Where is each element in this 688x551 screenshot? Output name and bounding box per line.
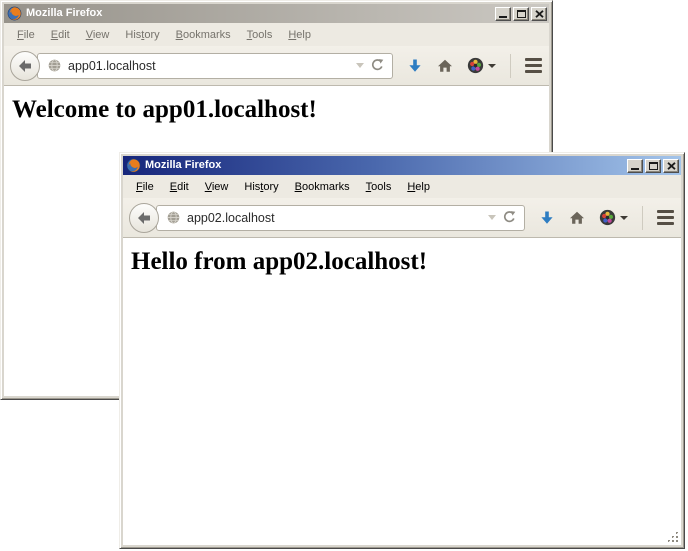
menu-item-tools[interactable]: Tools [239,26,281,44]
minimize-button[interactable] [627,159,643,173]
close-button[interactable] [663,159,679,173]
toolbar-separator [510,54,511,78]
titlebar[interactable]: Mozilla Firefox [123,156,681,175]
menu-bar: File Edit View History Bookmarks Tools H… [123,175,681,198]
menu-item-help[interactable]: Help [399,178,438,196]
globe-icon[interactable] [47,58,62,73]
url-bar[interactable]: app02.localhost [156,205,525,231]
home-icon [437,58,453,74]
maximize-icon [649,162,658,170]
resize-grip[interactable] [667,531,680,544]
menu-item-edit[interactable]: Edit [162,178,197,196]
dropdown-caret-icon [620,216,628,220]
url-text: app01.localhost [68,59,350,73]
close-icon [535,10,544,18]
menu-item-file[interactable]: File [128,178,162,196]
globe-icon[interactable] [166,210,181,225]
navigation-toolbar: app01.localhost [4,46,549,86]
menu-item-bookmarks[interactable]: Bookmarks [168,26,239,44]
color-wheel-icon [467,57,484,74]
minimize-icon [631,168,639,170]
dropdown-caret-icon [488,64,496,68]
page-heading: Welcome to app01.localhost! [12,96,539,124]
close-button[interactable] [531,7,547,21]
menu-item-file[interactable]: File [9,26,43,44]
url-text: app02.localhost [187,211,482,225]
minimize-icon [499,16,507,18]
back-button[interactable] [10,51,40,81]
close-icon [667,162,676,170]
maximize-button[interactable] [645,159,661,173]
hamburger-icon [525,58,542,61]
back-button[interactable] [129,203,159,233]
back-arrow-icon [17,58,33,74]
download-button[interactable] [539,210,555,226]
home-button[interactable] [569,210,585,226]
firefox-logo-icon [7,6,22,21]
desktop: Mozilla Firefox File Edit View History B… [0,0,688,551]
app-color-button[interactable] [599,209,628,226]
maximize-icon [517,10,526,18]
download-button[interactable] [407,58,423,74]
firefox-logo-icon [126,158,141,173]
menu-item-bookmarks[interactable]: Bookmarks [287,178,358,196]
toolbar-separator [642,206,643,230]
navigation-toolbar: app02.localhost [123,198,681,238]
titlebar[interactable]: Mozilla Firefox [4,4,549,23]
menu-item-help[interactable]: Help [280,26,319,44]
home-icon [569,210,585,226]
urlbar-dropdown-icon[interactable] [356,63,364,68]
menu-item-history[interactable]: History [236,178,286,196]
app-color-button[interactable] [467,57,496,74]
download-icon [407,58,423,74]
reload-icon[interactable] [502,210,517,225]
menu-item-view[interactable]: View [197,178,237,196]
home-button[interactable] [437,58,453,74]
menu-item-history[interactable]: History [117,26,167,44]
window-controls [493,7,547,21]
page-content: Hello from app02.localhost! [123,238,681,545]
window-controls [625,159,679,173]
urlbar-dropdown-icon[interactable] [488,215,496,220]
window-title: Mozilla Firefox [145,156,621,175]
minimize-button[interactable] [495,7,511,21]
hamburger-icon [657,210,674,213]
color-wheel-icon [599,209,616,226]
window-title: Mozilla Firefox [26,4,489,23]
menu-bar: File Edit View History Bookmarks Tools H… [4,23,549,46]
back-arrow-icon [136,210,152,226]
reload-icon[interactable] [370,58,385,73]
download-icon [539,210,555,226]
page-heading: Hello from app02.localhost! [131,248,671,276]
menu-item-view[interactable]: View [78,26,118,44]
hamburger-menu-button[interactable] [525,58,542,73]
firefox-window-app02: Mozilla Firefox File Edit View History B… [119,152,685,549]
menu-item-edit[interactable]: Edit [43,26,78,44]
maximize-button[interactable] [513,7,529,21]
menu-item-tools[interactable]: Tools [358,178,400,196]
url-bar[interactable]: app01.localhost [37,53,393,79]
hamburger-menu-button[interactable] [657,210,674,225]
